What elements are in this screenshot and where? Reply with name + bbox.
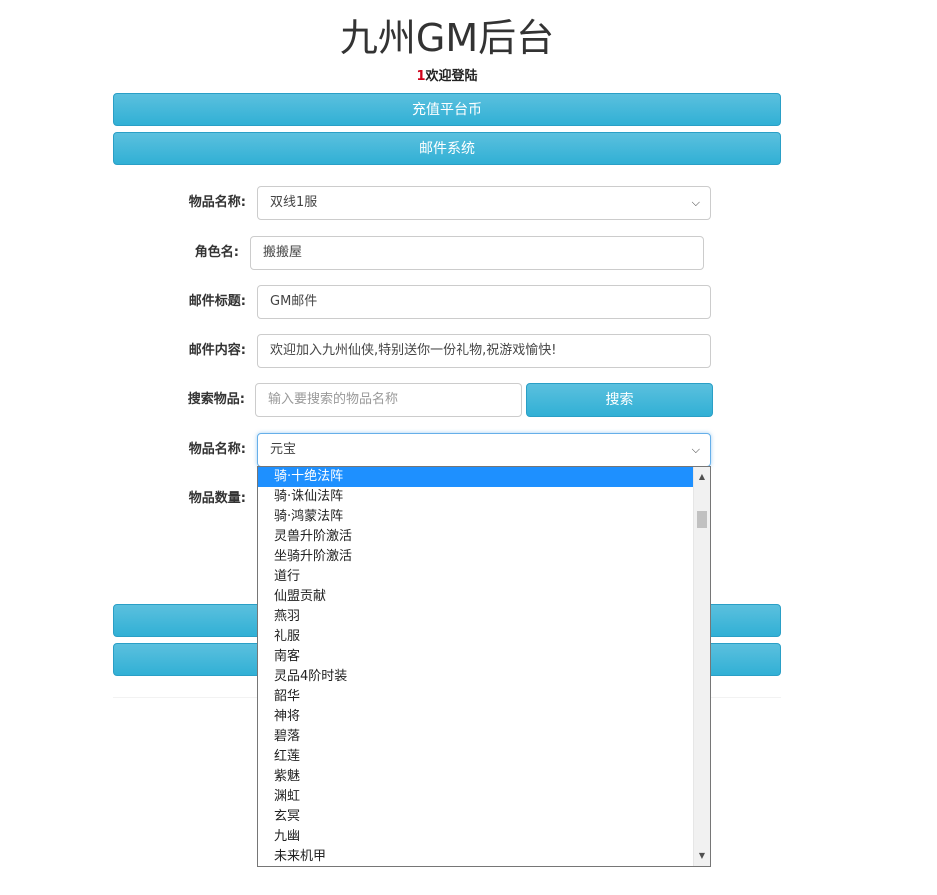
server-select-value: 双线1服 (270, 195, 318, 210)
dropdown-option[interactable]: 九幽 (258, 827, 693, 847)
dropdown-option[interactable]: 礼服 (258, 627, 693, 647)
recharge-button[interactable]: 充值平台币 (113, 93, 781, 126)
server-label: 物品名称: (188, 195, 246, 210)
dropdown-option[interactable]: 碧落 (258, 727, 693, 747)
scroll-up-icon[interactable]: ▲ (694, 469, 710, 485)
user-id: 1 (416, 69, 426, 84)
dropdown-option[interactable]: 韶华 (258, 687, 693, 707)
dropdown-option[interactable]: 骑·十绝法阵 (258, 467, 693, 487)
dropdown-option[interactable]: 渊虹 (258, 787, 693, 807)
dropdown-options: 骑·十绝法阵 骑·诛仙法阵 骑·鸿蒙法阵 灵兽升阶激活 坐骑升阶激活 道行 仙盟贡献 燕羽 礼服… (258, 467, 710, 866)
mail-content-input[interactable]: 欢迎加入九州仙侠,特别送你一份礼物,祝游戏愉快! (257, 334, 711, 368)
mail-content-label: 邮件内容: (188, 343, 246, 358)
search-item-label: 搜索物品: (187, 392, 245, 407)
item-select[interactable]: 元宝 ⌵ (257, 433, 711, 467)
page-title: 九州GM后台 (339, 16, 555, 60)
dropdown-option[interactable]: 神将 (258, 707, 693, 727)
item-label: 物品名称: (188, 442, 246, 457)
dropdown-option[interactable]: 南客 (258, 647, 693, 667)
dropdown-option[interactable]: 紫魅 (258, 767, 693, 787)
welcome-text: 欢迎登陆 (425, 69, 478, 84)
dropdown-option[interactable]: 道行 (258, 567, 693, 587)
role-name-input[interactable]: 搬搬屋 (250, 236, 704, 270)
dropdown-option[interactable]: 灵兽升阶激活 (258, 527, 693, 547)
dropdown-option[interactable]: 未来机甲 (258, 847, 693, 866)
scroll-down-icon[interactable]: ▼ (694, 848, 710, 864)
mail-system-button[interactable]: 邮件系统 (113, 132, 781, 165)
gm-admin-page: 九州GM后台 1欢迎登陆 充值平台币 邮件系统 物品名称: 双线1服 ⌵ 角色名… (0, 0, 937, 895)
server-select[interactable]: 双线1服 ⌵ (257, 186, 711, 220)
mail-title-label: 邮件标题: (188, 294, 246, 309)
search-item-input[interactable]: 输入要搜索的物品名称 (255, 383, 522, 417)
chevron-down-icon: ⌵ (691, 196, 700, 209)
scroll-thumb[interactable] (697, 511, 707, 528)
dropdown-option[interactable]: 仙盟贡献 (258, 587, 693, 607)
dropdown-option[interactable]: 燕羽 (258, 607, 693, 627)
dropdown-scrollbar[interactable]: ▲ ▼ (693, 467, 710, 866)
chevron-down-icon: ⌵ (691, 443, 700, 456)
dropdown-option[interactable]: 骑·鸿蒙法阵 (258, 507, 693, 527)
dropdown-option[interactable]: 骑·诛仙法阵 (258, 487, 693, 507)
welcome-message: 1欢迎登陆 (0, 68, 894, 86)
dropdown-option[interactable]: 玄冥 (258, 807, 693, 827)
dropdown-option[interactable]: 红莲 (258, 747, 693, 767)
item-dropdown-list[interactable]: 骑·十绝法阵 骑·诛仙法阵 骑·鸿蒙法阵 灵兽升阶激活 坐骑升阶激活 道行 仙盟贡献 燕羽 礼服… (257, 466, 711, 867)
dropdown-option[interactable]: 灵品4阶时装 (258, 667, 693, 687)
quantity-label: 物品数量: (188, 491, 246, 506)
role-name-label: 角色名: (194, 245, 239, 260)
item-select-value: 元宝 (270, 442, 297, 457)
search-button[interactable]: 搜索 (526, 383, 713, 417)
mail-title-input[interactable]: GM邮件 (257, 285, 711, 319)
dropdown-option[interactable]: 坐骑升阶激活 (258, 547, 693, 567)
